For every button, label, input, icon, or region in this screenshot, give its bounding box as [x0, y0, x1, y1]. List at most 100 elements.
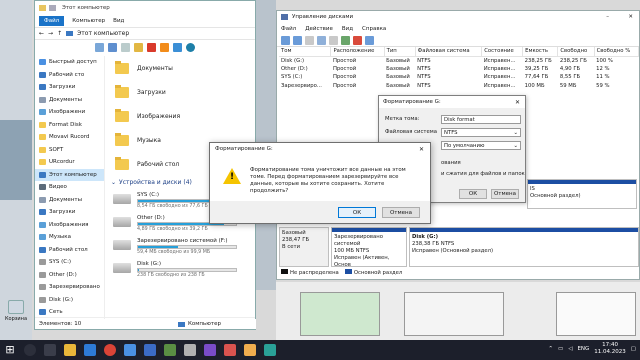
tab-file[interactable]: Файл [39, 16, 65, 26]
volume-icon[interactable]: ◁ [568, 346, 572, 352]
table-row[interactable]: Disk (G:) Простой Базовый NTFS Исправен... 23… [279, 56, 639, 65]
grid-icon[interactable] [329, 35, 338, 45]
file-explorer-taskbar-icon[interactable] [64, 344, 76, 356]
column-header[interactable]: Тип [384, 47, 416, 57]
cut-icon[interactable] [108, 42, 117, 52]
format-cancel-button[interactable]: Отмена [491, 189, 519, 199]
sidebar-item-3[interactable]: Документы [35, 94, 104, 107]
close-icon[interactable]: ✕ [628, 14, 633, 20]
paste-icon[interactable] [134, 42, 143, 52]
filesystem-select[interactable]: NTFS ⌄ [441, 128, 521, 137]
column-header[interactable]: Состояние [481, 47, 524, 57]
compression-checkbox-label[interactable]: и сжатия для файлов и папок [441, 171, 525, 177]
check-icon[interactable] [160, 42, 169, 52]
menu-file[interactable]: Файл [281, 26, 296, 32]
sidebar-item-19[interactable]: Disk (G:) [35, 294, 104, 307]
tab-computer[interactable]: Компьютер [72, 18, 105, 24]
check-icon[interactable] [341, 35, 350, 45]
sidebar-item-5[interactable]: Format Disk [35, 119, 104, 132]
menu-help[interactable]: Справка [362, 26, 386, 32]
folder-item[interactable]: Загрузки [107, 80, 255, 104]
column-header[interactable]: Свободно [557, 47, 595, 57]
start-windows-icon[interactable]: ⊞ [4, 344, 16, 356]
warning-ok-button[interactable]: ОК [338, 207, 376, 218]
disk-management-taskbar-icon[interactable] [184, 344, 196, 356]
list-icon[interactable] [305, 35, 314, 45]
warning-cancel-button[interactable]: Отмена [382, 207, 420, 218]
address-bar[interactable]: ← → ↑ Этот компьютер [35, 27, 255, 40]
app-icon[interactable] [224, 344, 236, 356]
back-arrow-icon[interactable]: ← [39, 30, 44, 37]
forward-arrow-icon[interactable]: → [48, 30, 53, 37]
sidebar-item-18[interactable]: Зарезервировано [35, 281, 104, 294]
language-indicator[interactable]: ENG [577, 346, 589, 352]
cluster-size-select[interactable]: По умолчанию ⌄ [441, 141, 521, 150]
partition-right-upper[interactable]: IS Основной раздел) [527, 179, 637, 209]
column-header[interactable]: Свободно % [594, 47, 640, 57]
column-header[interactable]: Файловая система [415, 47, 483, 57]
up-arrow-icon[interactable]: ↑ [57, 30, 62, 37]
folder-icon[interactable] [39, 5, 46, 11]
minimize-icon[interactable]: – [606, 14, 609, 20]
recorder-icon[interactable] [204, 344, 216, 356]
sidebar-item-2[interactable]: Загрузки [35, 81, 104, 94]
sidebar-item-1[interactable]: Рабочий сто [35, 69, 104, 82]
sidebar-item-9[interactable]: Этот компьютер [35, 168, 104, 181]
back-arrow-icon[interactable] [281, 35, 290, 45]
partition-disk-g[interactable]: Disk (G:) 238,38 ГБ NTFS Исправен (Основ… [409, 227, 639, 267]
drive-item[interactable]: Зарезервировано системой (F:) 59,4 МБ сво… [107, 235, 255, 258]
sidebar-item-16[interactable]: SYS (C:) [35, 256, 104, 269]
search-icon[interactable] [24, 344, 36, 356]
clock[interactable]: 17:40 11.04.2023 [594, 342, 626, 356]
sidebar-item-8[interactable]: URcordur [35, 156, 104, 169]
rename-icon[interactable] [173, 42, 182, 52]
column-header[interactable]: Том [279, 47, 332, 57]
chevron-up-icon[interactable]: ⌃ [548, 346, 553, 352]
task-view-icon[interactable] [44, 344, 56, 356]
forward-arrow-icon[interactable] [293, 35, 302, 45]
sidebar-item-4[interactable]: Изображени [35, 106, 104, 119]
properties-icon[interactable] [49, 5, 56, 11]
disk-1-header[interactable]: Базовый 238,47 ГБ В сети [279, 227, 329, 267]
desktop-trash[interactable]: Корзина [3, 300, 29, 322]
table-row[interactable]: SYS (C:) Простой Базовый NTFS Исправен... 77,… [279, 73, 639, 82]
app-icon[interactable] [164, 344, 176, 356]
menu-action[interactable]: Действие [305, 26, 333, 32]
word-icon[interactable] [144, 344, 156, 356]
format-ok-button[interactable]: ОК [459, 189, 487, 199]
properties-icon[interactable] [365, 35, 374, 45]
tab-view[interactable]: Вид [113, 18, 124, 24]
sidebar-item-15[interactable]: Рабочий стол [35, 244, 104, 257]
sidebar-item-0[interactable]: Быстрый доступ [35, 56, 104, 69]
help-icon[interactable] [317, 35, 326, 45]
sidebar-item-17[interactable]: Other (D:) [35, 269, 104, 282]
sidebar-item-10[interactable]: Видео [35, 181, 104, 194]
mail-icon[interactable] [124, 344, 136, 356]
sidebar-item-6[interactable]: Movavi Rucord [35, 131, 104, 144]
delete-icon[interactable] [353, 35, 362, 45]
menu-view[interactable]: Вид [342, 26, 353, 32]
network-icon[interactable]: ▭ [558, 346, 563, 352]
column-header[interactable]: Емкость [522, 47, 559, 57]
copy-icon[interactable] [121, 42, 130, 52]
address-path[interactable]: Этот компьютер [77, 30, 129, 37]
sidebar-item-13[interactable]: Изображения [35, 219, 104, 232]
app-icon[interactable] [264, 344, 276, 356]
drive-item[interactable]: Disk (G:) 238 ГБ свободно из 238 ГБ [107, 258, 255, 281]
sidebar-item-14[interactable]: Музыка [35, 231, 104, 244]
sidebar-item-7[interactable]: SOFT [35, 144, 104, 157]
table-row[interactable]: Other (D:) Простой Базовый NTFS Исправен... 3… [279, 65, 639, 74]
sidebar-item-12[interactable]: Загрузки [35, 206, 104, 219]
properties-icon[interactable] [95, 42, 104, 52]
notifications-icon[interactable]: ▢ [631, 346, 636, 352]
table-row[interactable]: Зарезервиро... Простой Базовый NTFS Исправен… [279, 82, 639, 91]
edge-browser-icon[interactable] [84, 344, 96, 356]
close-icon[interactable]: ✕ [515, 99, 520, 106]
folder-item[interactable]: Изображения [107, 104, 255, 128]
volume-label-input[interactable]: Disk format [441, 115, 521, 124]
column-header[interactable]: Расположение [330, 47, 385, 57]
partition-reserved[interactable]: Зарезервировано системой 100 МБ NTFS Исп… [331, 227, 407, 267]
sidebar-item-11[interactable]: Документы [35, 194, 104, 207]
folder-item[interactable]: Документы [107, 56, 255, 80]
chrome-icon[interactable] [104, 344, 116, 356]
